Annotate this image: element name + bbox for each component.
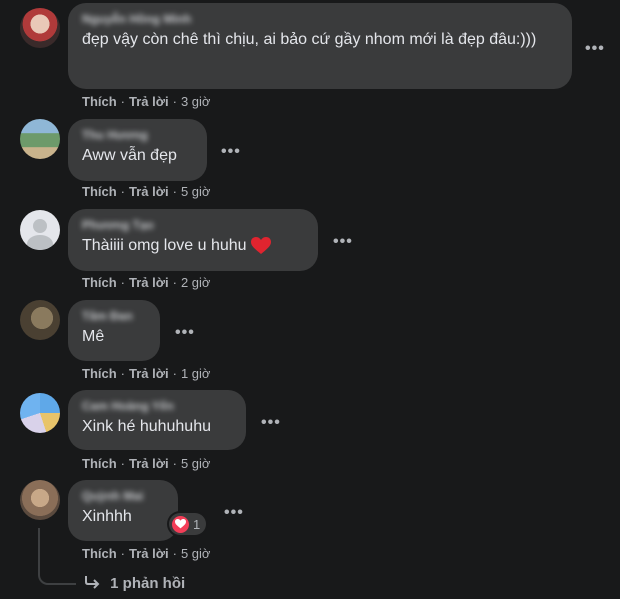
avatar[interactable] (20, 210, 60, 250)
comment-author[interactable]: Nguyễn Hồng Minh (82, 12, 558, 26)
more-options-icon[interactable]: ••• (221, 144, 241, 160)
comment-author[interactable]: Tâm Đan (82, 309, 146, 323)
comment-actions: Thích · Trả lời · 2 giờ (82, 275, 211, 290)
comment-bubble: Cam Hoàng Yến Xink hé huhuhuhu (68, 390, 246, 450)
comment-bubble: Phương Tạo Thàiiii omg love u huhu (68, 209, 318, 271)
avatar[interactable] (20, 393, 60, 433)
comment-text: Mê (82, 328, 105, 345)
view-replies-link[interactable]: 1 phản hồi (84, 575, 185, 592)
default-avatar-icon (27, 219, 53, 250)
comment-actions: Thích · Trả lời · 3 giờ (82, 94, 211, 109)
comment-text: Xinhhh (82, 508, 132, 525)
comment-actions: Thích · Trả lời · 5 giờ (82, 546, 211, 561)
comment-actions: Thích · Trả lời · 5 giờ (82, 456, 211, 471)
more-options-icon[interactable]: ••• (175, 325, 195, 341)
reply-link[interactable]: Trả lời (129, 184, 169, 199)
like-link[interactable]: Thích (82, 184, 117, 199)
comment-author[interactable]: Cam Hoàng Yến (82, 399, 232, 413)
reaction-badge[interactable]: 1 (169, 513, 207, 535)
comment-actions: Thích · Trả lời · 5 giờ (82, 184, 211, 199)
comment-author[interactable]: Quỳnh Mai (82, 489, 164, 503)
comment-text: Xink hé huhuhuhu (82, 418, 211, 435)
reply-link[interactable]: Trả lời (129, 275, 169, 290)
like-link[interactable]: Thích (82, 546, 117, 561)
avatar[interactable] (20, 300, 60, 340)
comment-author[interactable]: Phương Tạo (82, 218, 304, 232)
comment-author[interactable]: Thu Hương (82, 128, 193, 142)
comment-text-content: Thàiiii omg love u huhu (82, 237, 247, 254)
love-reaction-icon (172, 515, 189, 533)
comment-bubble: Quỳnh Mai Xinhhh (68, 480, 178, 541)
more-options-icon[interactable]: ••• (224, 505, 244, 521)
like-link[interactable]: Thích (82, 275, 117, 290)
like-link[interactable]: Thích (82, 366, 117, 381)
reaction-count: 1 (193, 516, 201, 532)
reply-arrow-icon (85, 576, 100, 589)
comment-bubble: Tâm Đan Mê (68, 300, 160, 361)
replies-count-label: 1 phản hồi (110, 575, 186, 592)
more-options-icon[interactable]: ••• (585, 41, 605, 57)
comment-time[interactable]: 1 giờ (181, 366, 211, 381)
comment-time[interactable]: 5 giờ (181, 456, 211, 471)
avatar[interactable] (20, 8, 60, 48)
comment-time[interactable]: 5 giờ (181, 184, 211, 199)
more-options-icon[interactable]: ••• (261, 415, 281, 431)
reply-link[interactable]: Trả lời (129, 546, 169, 561)
comment-time[interactable]: 2 giờ (181, 275, 211, 290)
like-link[interactable]: Thích (82, 456, 117, 471)
comment-text: Thàiiii omg love u huhu (82, 234, 304, 258)
comment-bubble: Nguyễn Hồng Minh đẹp vậy còn chê thì chị… (68, 3, 572, 89)
comment-text: đẹp vậy còn chê thì chịu, ai bảo cứ gầy … (82, 31, 537, 48)
reply-link[interactable]: Trả lời (129, 94, 169, 109)
comment-time[interactable]: 5 giờ (181, 546, 211, 561)
reply-link[interactable]: Trả lời (129, 456, 169, 471)
reply-link[interactable]: Trả lời (129, 366, 169, 381)
like-link[interactable]: Thích (82, 94, 117, 109)
red-heart-emoji-icon (251, 236, 271, 254)
comment-bubble: Thu Hương Aww vẫn đẹp (68, 119, 207, 181)
comment-text: Aww vẫn đẹp (82, 147, 177, 164)
comment-time[interactable]: 3 giờ (181, 94, 211, 109)
more-options-icon[interactable]: ••• (333, 234, 353, 250)
avatar[interactable] (20, 119, 60, 159)
avatar[interactable] (20, 480, 60, 520)
comment-actions: Thích · Trả lời · 1 giờ (82, 366, 211, 381)
thread-connector (38, 528, 76, 585)
